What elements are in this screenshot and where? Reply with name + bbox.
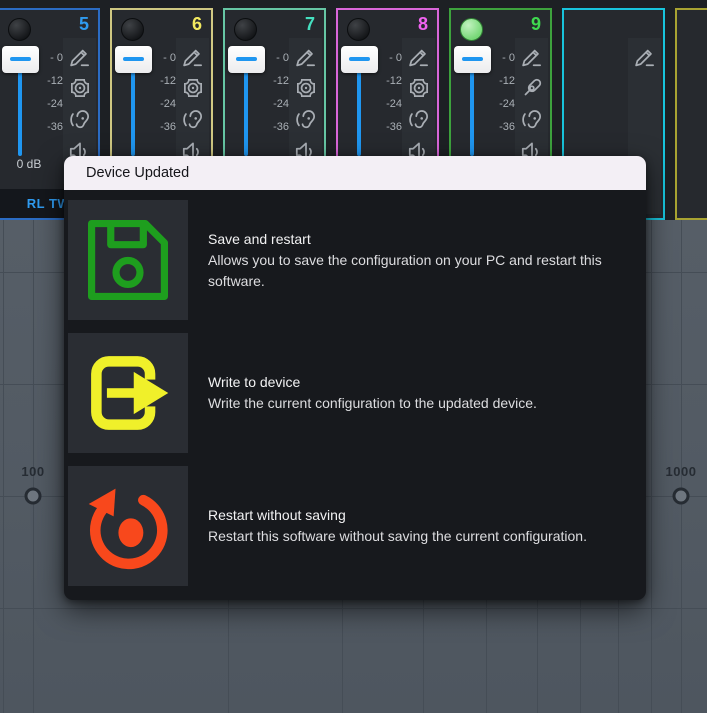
channel-number: 8 (418, 14, 428, 35)
channel-led-on (460, 18, 483, 41)
option-save-tile[interactable] (68, 200, 188, 320)
fader-scale-tick: -12 (37, 75, 63, 87)
option-description: Allows you to save the configuration on … (208, 250, 632, 292)
fader-track[interactable] (357, 62, 361, 156)
option-restart-text: Restart without saving Restart this soft… (208, 505, 587, 547)
device-updated-dialog: Device Updated Save and restart Allows y… (64, 156, 646, 600)
fader-scale-tick: -12 (376, 75, 402, 87)
fader-scale-tick: -36 (150, 121, 176, 133)
fader-scale-tick: -24 (376, 98, 402, 110)
option-description: Restart this software without saving the… (208, 526, 587, 547)
option-save-text: Save and restart Allows you to save the … (208, 229, 632, 292)
fader-scale-tick: -12 (150, 75, 176, 87)
eq-node-handle[interactable] (673, 488, 690, 505)
floppy-disk-icon (82, 214, 174, 306)
fader-scale-tick: -12 (489, 75, 515, 87)
fader-handle[interactable] (454, 46, 491, 73)
fader-scale-tick: -36 (376, 121, 402, 133)
ear-icon[interactable] (180, 107, 206, 133)
write-to-device-icon (82, 347, 174, 439)
fader-scale-tick: -24 (37, 98, 63, 110)
dialog-body: Save and restart Allows you to save the … (64, 190, 646, 586)
frequency-label: 100 (3, 464, 63, 479)
option-title: Save and restart (208, 229, 632, 250)
pencil-icon[interactable] (293, 43, 319, 69)
fader-scale-tick: - 0 (263, 52, 289, 64)
fader-scale-tick: - 0 (150, 52, 176, 64)
connector-icon[interactable] (519, 75, 545, 101)
channel-led-off (347, 18, 370, 41)
fader-scale-tick: - 0 (376, 52, 402, 64)
fader-scale-tick: -36 (489, 121, 515, 133)
option-restart-without-saving[interactable]: Restart without saving Restart this soft… (68, 466, 632, 586)
fader-handle[interactable] (2, 46, 39, 73)
option-write-to-device[interactable]: Write to device Write the current config… (68, 333, 632, 453)
option-title: Restart without saving (208, 505, 587, 526)
option-save-and-restart[interactable]: Save and restart Allows you to save the … (68, 200, 632, 320)
dialog-title: Device Updated (86, 165, 189, 181)
fader-scale-tick: -24 (263, 98, 289, 110)
frequency-label: 1000 (651, 464, 707, 479)
ear-icon[interactable] (406, 107, 432, 133)
fader-scale-tick: - 0 (37, 52, 63, 64)
dialog-title-bar: Device Updated (64, 156, 646, 190)
eq-node-handle[interactable] (25, 488, 42, 505)
option-description: Write the current configuration to the u… (208, 393, 537, 414)
fader-handle[interactable] (228, 46, 265, 73)
pencil-icon[interactable] (519, 43, 545, 69)
fader-scale-tick: -12 (263, 75, 289, 87)
channel-number: 6 (192, 14, 202, 35)
pencil-icon[interactable] (406, 43, 432, 69)
channel-number: 9 (531, 14, 541, 35)
pencil-icon[interactable] (632, 43, 658, 69)
speaker-icon[interactable] (293, 75, 319, 101)
restart-icon (82, 480, 174, 572)
fader-scale-tick: -36 (263, 121, 289, 133)
channel-number: 7 (305, 14, 315, 35)
fader-scale-tick: -36 (37, 121, 63, 133)
plot-gridline-horizontal (0, 608, 707, 609)
channel-extra-6 (675, 8, 707, 220)
speaker-icon[interactable] (406, 75, 432, 101)
option-title: Write to device (208, 372, 537, 393)
ear-icon[interactable] (293, 107, 319, 133)
fader-scale-tick: -24 (150, 98, 176, 110)
pencil-icon[interactable] (67, 43, 93, 69)
fader-handle[interactable] (341, 46, 378, 73)
fader-value-label: 0 dB (1, 157, 57, 171)
channel-led-off (121, 18, 144, 41)
fader-handle[interactable] (115, 46, 152, 73)
fader-scale-tick: - 0 (489, 52, 515, 64)
channel-led-off (8, 18, 31, 41)
channel-led-off (234, 18, 257, 41)
option-restart-tile[interactable] (68, 466, 188, 586)
fader-track[interactable] (244, 62, 248, 156)
fader-track[interactable] (470, 62, 474, 156)
ear-icon[interactable] (519, 107, 545, 133)
option-write-text: Write to device Write the current config… (208, 372, 537, 414)
fader-scale-tick: -24 (489, 98, 515, 110)
fader-track[interactable] (18, 62, 22, 156)
ear-icon[interactable] (67, 107, 93, 133)
fader-track[interactable] (131, 62, 135, 156)
pencil-icon[interactable] (180, 43, 206, 69)
speaker-icon[interactable] (180, 75, 206, 101)
channel-number: 5 (79, 14, 89, 35)
speaker-icon[interactable] (67, 75, 93, 101)
option-write-tile[interactable] (68, 333, 188, 453)
